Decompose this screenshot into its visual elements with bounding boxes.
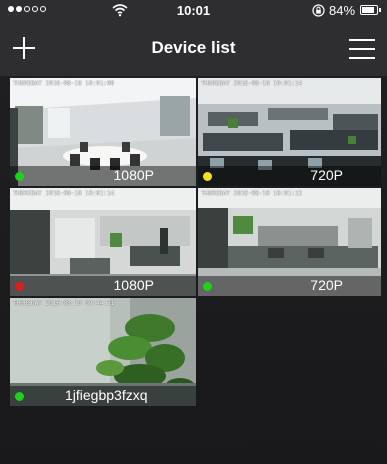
camera-timestamp: THURSDAY 2016-08-18 09:44:31 [13, 300, 115, 307]
device-name: 720P [310, 277, 343, 293]
device-tile[interactable]: THURSDAY 2016-08-18 10:01:14 720P [198, 78, 381, 186]
battery-icon [360, 5, 378, 15]
navigation-bar: Device list [0, 22, 387, 76]
device-tile[interactable]: THURSDAY 2016-08-18 09:44:31 1jfiegbp3fz… [10, 298, 196, 406]
device-name: 720P [310, 167, 343, 183]
offline-status-indicator [15, 282, 24, 291]
menu-button[interactable] [346, 34, 378, 64]
camera-timestamp: THURSDAY 2016-08-18 10:01:12 [201, 190, 303, 197]
battery-percentage: 84% [329, 3, 356, 18]
tile-label-bar [10, 166, 196, 186]
tile-label-bar [198, 276, 381, 296]
online-status-indicator [15, 172, 24, 181]
online-status-indicator [203, 282, 212, 291]
device-name: 1jfiegbp3fzxq [65, 387, 148, 403]
device-tile[interactable]: THURSDAY 2016-08-18 10:01:12 720P [198, 188, 381, 296]
camera-timestamp: THURSDAY 2016-08-18 10:01:14 [13, 190, 115, 197]
device-name: 1080P [113, 167, 154, 183]
device-tile[interactable]: THURSDAY 2016-08-18 10:01:08 1080P [10, 78, 196, 186]
online-status-indicator [15, 392, 24, 401]
device-list-area: THURSDAY 2016-08-18 10:01:08 1080P THURS… [0, 76, 387, 464]
camera-timestamp: THURSDAY 2016-08-18 10:01:08 [13, 80, 115, 87]
add-device-button[interactable] [8, 32, 40, 64]
status-bar: 10:01 84% [0, 0, 387, 22]
hamburger-menu-icon [349, 39, 375, 59]
device-grid: THURSDAY 2016-08-18 10:01:08 1080P THURS… [10, 78, 381, 406]
rotation-lock-icon [312, 4, 325, 17]
device-name: 1080P [113, 277, 154, 293]
camera-timestamp: THURSDAY 2016-08-18 10:01:14 [201, 80, 303, 87]
page-title: Device list [151, 38, 236, 57]
plus-icon [13, 37, 35, 59]
battery-tip [379, 8, 381, 12]
tile-label-bar [198, 166, 381, 186]
device-tile[interactable]: THURSDAY 2016-08-18 10:01:14 1080P [10, 188, 196, 296]
tile-label-bar [10, 276, 196, 296]
online-status-indicator [203, 172, 212, 181]
